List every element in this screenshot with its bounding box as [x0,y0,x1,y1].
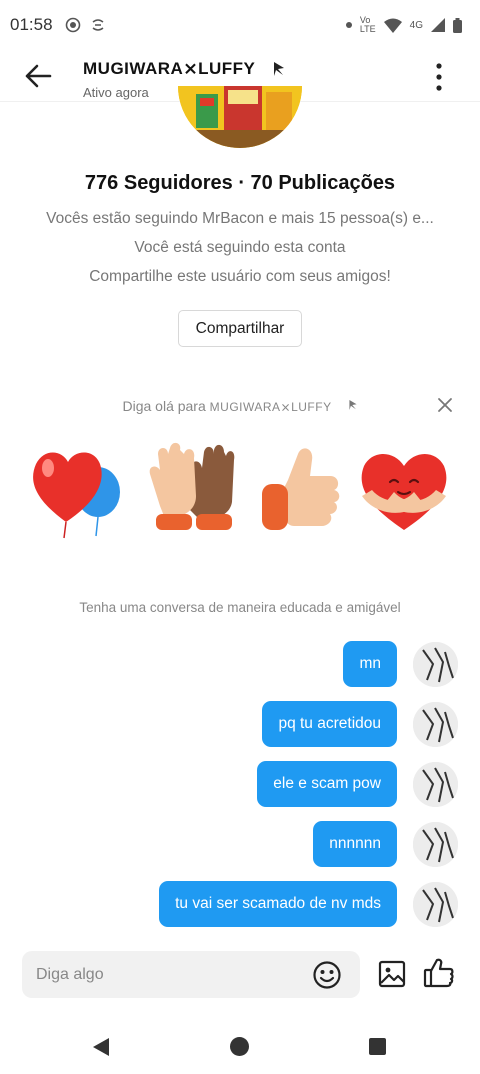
hugging-heart-sticker[interactable] [354,440,454,540]
message-row: ele e scam pow [257,761,458,807]
high-five-sticker[interactable] [142,440,242,540]
wifi-icon [383,18,402,33]
message-bubble[interactable]: tu vai ser scamado de nv mds [159,881,397,927]
nav-recents-icon[interactable] [369,1038,386,1055]
creator-badge-icon [274,62,284,76]
profile-avatar[interactable] [178,86,302,148]
creator-badge-icon [348,400,357,410]
sender-avatar[interactable] [413,881,458,927]
signal-icon [431,18,445,32]
greeting-prompt: Diga olá para MUGIWARA⨯LUFFY [0,398,480,414]
greeting-prefix: Diga olá para [122,398,210,414]
mutual-followers-text[interactable]: Vocês estão seguindo MrBacon e mais 15 p… [0,210,480,228]
follower-stats: 776 Seguidores · 70 Publicações [84,172,396,194]
emoji-icon[interactable] [312,960,342,990]
record-icon [65,17,80,33]
greeting-contact-name: MUGIWARA⨯LUFFY [209,400,332,414]
heart-balloons-sticker[interactable] [26,440,126,540]
following-status-text: Você está seguindo esta conta [134,239,346,256]
status-time: 01:58 [10,15,53,34]
message-row: pq tu acretidou [262,701,458,747]
image-icon[interactable] [378,960,406,988]
more-options-icon[interactable] [430,62,448,92]
sender-avatar[interactable] [413,701,458,747]
message-row: nnnnnn [313,821,458,867]
share-button[interactable]: Compartilhar [178,310,302,347]
system-navigation-bar [0,1018,480,1074]
message-input[interactable] [36,951,306,998]
battery-icon [453,17,462,33]
contact-name[interactable]: MUGIWARA⨯LUFFY [83,59,255,79]
sender-avatar[interactable] [413,641,458,687]
nav-home-icon[interactable] [230,1037,249,1056]
sender-avatar[interactable] [413,761,458,807]
app-notification-icon [92,19,104,31]
message-bubble[interactable]: ele e scam pow [257,761,397,807]
conversation-notice: Tenha uma conversa de maneira educada e … [79,600,401,615]
close-icon[interactable] [437,397,453,413]
share-prompt-text: Compartilhe este usuário com seus amigos… [89,268,391,285]
message-bubble[interactable]: mn [343,641,397,687]
sender-avatar[interactable] [413,821,458,867]
message-bubble[interactable]: pq tu acretidou [262,701,397,747]
thumbs-up-sticker[interactable] [254,440,354,540]
network-type: 4G [409,19,423,31]
thumbs-up-icon[interactable] [423,957,455,989]
activity-status: Ativo agora [83,85,149,100]
nav-back-icon[interactable] [92,1037,110,1057]
status-bar: 01:58 Vo LTE 4G [0,0,480,50]
back-arrow-icon[interactable] [22,60,54,92]
volte-indicator: Vo LTE [359,15,376,34]
dot-icon [345,22,352,28]
message-row: tu vai ser scamado de nv mds [159,881,458,927]
message-bubble[interactable]: nnnnnn [313,821,397,867]
message-row: mn [343,641,458,687]
message-composer [22,951,360,998]
